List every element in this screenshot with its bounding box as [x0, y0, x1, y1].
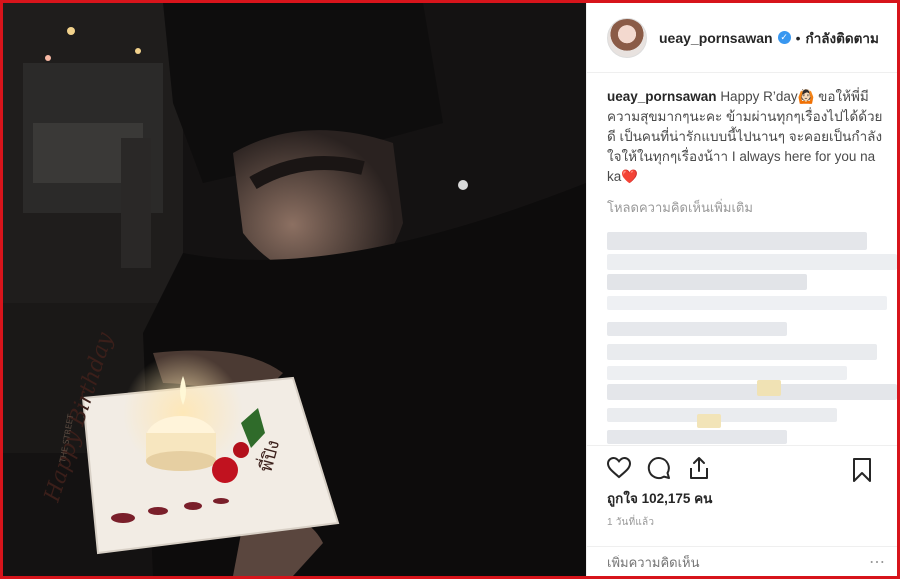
avatar[interactable]: [607, 17, 647, 58]
comments-section: ueay_pornsawan Happy R’day🙆🏻 ขอให้พี่มีค…: [587, 73, 897, 462]
load-more-comments-button[interactable]: โหลดความคิดเห็นเพิ่มเติม: [607, 197, 883, 218]
post-timestamp: 1 วันที่แล้ว: [607, 517, 655, 528]
following-button[interactable]: กำลังติดตาม: [806, 27, 879, 49]
verified-badge-icon: ✓: [777, 31, 791, 44]
caption-username[interactable]: ueay_pornsawan: [607, 89, 717, 104]
share-icon[interactable]: [688, 456, 710, 480]
bookmark-icon[interactable]: [853, 458, 871, 482]
separator-dot: •: [795, 29, 801, 46]
post-side-panel: ueay_pornsawan ✓ • กำลังติดตาม ueay_porn…: [586, 3, 897, 576]
heart-icon[interactable]: [607, 457, 631, 479]
username-link[interactable]: ueay_pornsawan: [659, 30, 773, 46]
more-options-icon[interactable]: ⋯: [869, 552, 885, 572]
comment-icon[interactable]: [647, 456, 671, 480]
post-caption: ueay_pornsawan Happy R’day🙆🏻 ขอให้พี่มีค…: [607, 87, 883, 187]
post-photo[interactable]: Happy Birthday พี่ปิง THE STREET: [3, 3, 586, 576]
comment-input[interactable]: [607, 555, 847, 570]
blurred-comments: [607, 232, 897, 462]
post-actions-bar: [587, 445, 897, 485]
likes-count[interactable]: ถูกใจ 102,175 คน: [607, 487, 712, 509]
post-header: ueay_pornsawan ✓ • กำลังติดตาม: [587, 3, 897, 73]
add-comment-section: ⋯: [587, 546, 897, 576]
